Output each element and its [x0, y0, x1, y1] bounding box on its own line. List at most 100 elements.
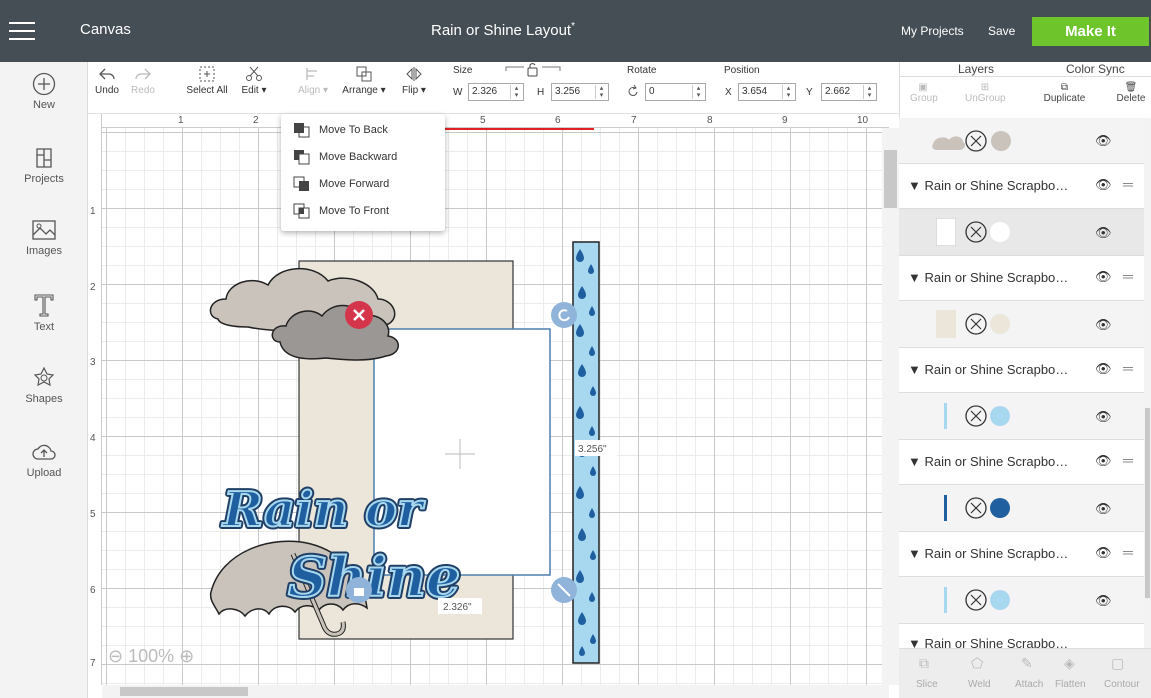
photo-rectangle[interactable]	[373, 328, 551, 576]
make-it-button[interactable]: Make It	[1032, 17, 1149, 46]
height-input[interactable]: 3.256 ▴ ▾	[551, 83, 609, 101]
zoom-out-button[interactable]: ⊖	[108, 646, 123, 666]
flip-menu-button[interactable]: Flip ▾	[397, 66, 431, 96]
visibility-eye-icon[interactable]: 👁	[1095, 269, 1112, 285]
weld-button[interactable]: Weld	[968, 679, 991, 690]
layer-row-dark-blue[interactable]: 👁	[899, 485, 1144, 532]
drag-handle-icon[interactable]: ═	[1123, 176, 1133, 192]
zoom-in-button[interactable]: ⊕	[179, 646, 194, 666]
duplicate-button[interactable]: ⧉ Duplicate	[1037, 82, 1092, 104]
color-swatch[interactable]	[990, 590, 1010, 610]
layer-row-mat[interactable]: 👁	[899, 301, 1144, 348]
y-position-input[interactable]: 2.662 ▴ ▾	[821, 83, 877, 101]
drag-handle-icon[interactable]: ═	[1123, 268, 1133, 284]
sidebar-item-projects[interactable]: Projects	[0, 146, 88, 185]
height-stepper[interactable]: ▴ ▾	[595, 85, 607, 99]
menu-item-move-to-front[interactable]: Move To Front	[293, 201, 389, 221]
arrange-menu-button[interactable]: Arrange ▾	[339, 66, 389, 96]
color-swatch[interactable]	[990, 314, 1010, 334]
lock-proportions-icon[interactable]	[503, 62, 563, 78]
visibility-eye-icon[interactable]: 👁	[1095, 225, 1112, 241]
group-button[interactable]: ▣ Group	[910, 82, 938, 104]
layer-row-light-blue-2[interactable]: 👁	[899, 577, 1144, 624]
visibility-eye-icon[interactable]: 👁	[1095, 409, 1112, 425]
my-projects-link[interactable]: My Projects	[901, 24, 964, 38]
color-swatch[interactable]	[990, 222, 1010, 242]
visibility-eye-icon[interactable]: 👁	[1095, 501, 1112, 517]
layer-group-3[interactable]: ▼ Rain or Shine Scrapbo… 👁 ═	[899, 348, 1144, 393]
zoom-level: 100%	[128, 646, 175, 666]
drag-handle-icon[interactable]: ═	[1123, 544, 1133, 560]
lock-handle[interactable]	[346, 577, 372, 603]
visibility-eye-icon[interactable]: 👁	[1095, 133, 1112, 149]
sidebar-item-text[interactable]: Text	[0, 292, 88, 333]
tab-color-sync[interactable]: Color Sync	[1066, 62, 1125, 76]
height-dimension: 3.256"	[578, 444, 607, 455]
undo-button[interactable]: Undo	[92, 66, 122, 96]
visibility-eye-icon[interactable]: 👁	[1095, 453, 1112, 469]
horizontal-ruler: 1 2 3 4 5 6 7 8 9 10	[88, 114, 889, 128]
color-swatch[interactable]	[991, 131, 1011, 151]
ungroup-button[interactable]: ⊞ UnGroup	[965, 82, 1006, 104]
shapes-icon	[33, 366, 55, 387]
horizontal-scrollbar[interactable]	[102, 685, 889, 698]
resize-handle[interactable]	[551, 577, 577, 603]
layer-group-4[interactable]: ▼ Rain or Shine Scrapbo… 👁 ═	[899, 440, 1144, 485]
sidebar-item-upload[interactable]: Upload	[0, 440, 88, 479]
flatten-button[interactable]: Flatten	[1055, 679, 1086, 690]
layer-group-2[interactable]: ▼ Rain or Shine Scrapbo… 👁 ═	[899, 256, 1144, 301]
width-stepper[interactable]: ▴ ▾	[510, 85, 522, 99]
rotate-handle[interactable]	[551, 302, 577, 328]
design-canvas[interactable]: Rain or Rain or Shine Shine 3.256" 2.326…	[88, 114, 889, 685]
menu-item-move-forward[interactable]: Move Forward	[293, 174, 389, 194]
layer-group-1[interactable]: ▼ Rain or Shine Scrapbo… 👁 ═	[899, 164, 1144, 209]
attach-button[interactable]: Attach	[1015, 679, 1043, 690]
color-swatch[interactable]	[990, 498, 1010, 518]
visibility-eye-icon[interactable]: 👁	[1095, 317, 1112, 333]
visibility-eye-icon[interactable]: 👁	[1095, 545, 1112, 561]
color-swatch[interactable]	[990, 406, 1010, 426]
contour-button[interactable]: Contour	[1104, 679, 1140, 690]
edit-menu-button[interactable]: Edit ▾	[237, 66, 271, 96]
menu-item-move-backward[interactable]: Move Backward	[293, 147, 397, 167]
layer-group-5[interactable]: ▼ Rain or Shine Scrapbo… 👁 ═	[899, 532, 1144, 577]
drag-handle-icon[interactable]: ═	[1123, 452, 1133, 468]
drag-handle-icon[interactable]: ═	[1123, 360, 1133, 376]
sidebar-item-images[interactable]: Images	[0, 218, 88, 257]
delete-button[interactable]: 🗑 Delete	[1112, 82, 1150, 104]
visibility-eye-icon[interactable]: 👁	[1095, 593, 1112, 609]
hamburger-menu-icon[interactable]	[9, 22, 35, 42]
slice-button[interactable]: Slice	[916, 679, 938, 690]
y-stepper[interactable]: ▴ ▾	[863, 85, 875, 99]
vertical-scroll-thumb[interactable]	[884, 150, 897, 208]
x-stepper[interactable]: ▴ ▾	[782, 85, 794, 99]
rotate-stepper[interactable]: ▴ ▾	[692, 85, 704, 99]
vertical-scrollbar[interactable]	[882, 128, 899, 685]
rotate-icon	[628, 84, 638, 96]
layers-scrollbar[interactable]	[1144, 118, 1151, 648]
layer-row-cloud[interactable]: 👁	[899, 118, 1144, 164]
flip-icon	[406, 67, 422, 81]
rotate-input[interactable]: 0 ▴ ▾	[645, 83, 706, 101]
menu-item-move-to-back[interactable]: Move To Back	[293, 120, 388, 140]
svg-text:Rain or: Rain or	[221, 482, 426, 538]
layer-op-and-color	[965, 405, 1010, 427]
delete-handle[interactable]	[345, 301, 373, 329]
save-button[interactable]: Save	[988, 24, 1015, 38]
visibility-eye-icon[interactable]: 👁	[1095, 361, 1112, 377]
weld-icon: ⬠	[971, 655, 984, 671]
visibility-eye-icon[interactable]: 👁	[1095, 177, 1112, 193]
x-position-input[interactable]: 3.654 ▴ ▾	[738, 83, 796, 101]
align-menu-button[interactable]: Align ▾	[294, 66, 332, 96]
layer-row-white[interactable]: 👁	[899, 209, 1144, 256]
tab-layers[interactable]: Layers	[958, 62, 994, 76]
sidebar-item-shapes[interactable]: Shapes	[0, 366, 88, 405]
width-input[interactable]: 2.326 ▴ ▾	[468, 83, 524, 101]
redo-button[interactable]: Redo	[128, 66, 158, 96]
sidebar-item-new[interactable]: New	[0, 72, 88, 111]
layer-row-light-blue[interactable]: 👁	[899, 393, 1144, 440]
horizontal-scroll-thumb[interactable]	[120, 687, 248, 696]
layer-group-6[interactable]: ▼ Rain or Shine Scrapbo…	[899, 624, 1144, 648]
layers-scroll-thumb[interactable]	[1145, 408, 1150, 598]
select-all-button[interactable]: Select All	[184, 66, 230, 96]
